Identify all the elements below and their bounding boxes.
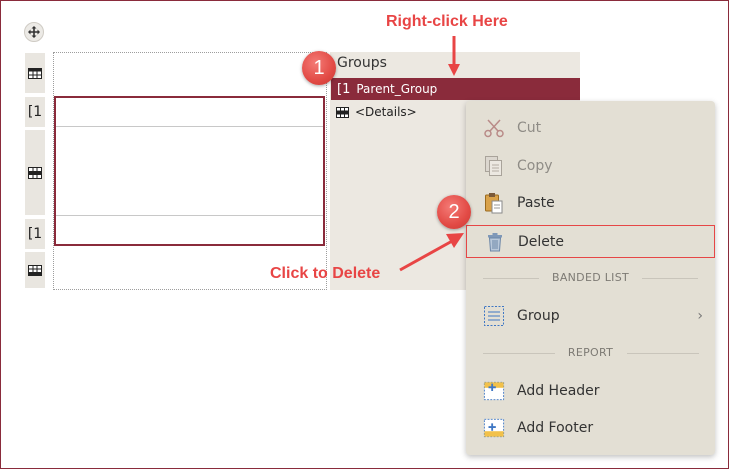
move-handle-icon[interactable]	[24, 22, 44, 42]
table-row-icon	[28, 67, 42, 79]
parent-group-item[interactable]: [1 Parent_Group	[331, 78, 580, 100]
clipboard-paste-icon	[483, 192, 505, 214]
menu-item-copy[interactable]: Copy	[466, 149, 715, 183]
click-delete-annotation: Click to Delete	[270, 265, 381, 282]
groups-pane-title: Groups	[337, 55, 387, 71]
copy-icon	[483, 155, 505, 177]
group-selection-box[interactable]	[54, 96, 325, 246]
details-row-icon	[28, 166, 42, 179]
row-handle-header[interactable]	[25, 53, 45, 93]
chevron-right-icon: ›	[697, 308, 703, 324]
menu-item-label: Paste	[517, 195, 555, 211]
parent-group-label: Parent_Group	[356, 82, 438, 96]
menu-item-delete[interactable]: Delete	[466, 225, 715, 258]
section-label-banded-list: BANDED LIST	[551, 271, 630, 284]
group-icon	[483, 305, 505, 327]
menu-item-label: Group	[517, 308, 560, 324]
menu-item-group[interactable]: Group ›	[466, 299, 715, 333]
details-label: <Details>	[355, 105, 417, 119]
add-footer-icon	[483, 417, 505, 439]
menu-item-add-footer[interactable]: Add Footer	[466, 411, 715, 445]
details-group-item[interactable]: <Details>	[336, 105, 417, 119]
menu-item-label: Copy	[517, 158, 553, 174]
row-handle-group-header[interactable]: [1	[25, 97, 45, 127]
row-divider	[56, 215, 323, 216]
group-bracket-label: [1	[27, 226, 43, 242]
right-click-annotation: Right-click Here	[386, 13, 508, 30]
step-badge-2: 2	[437, 195, 471, 229]
arrow-to-delete-icon	[399, 233, 464, 272]
menu-item-label: Cut	[517, 120, 542, 136]
row-divider	[56, 126, 323, 127]
row-handle-footer[interactable]	[25, 252, 45, 288]
trash-icon	[484, 231, 506, 253]
group-bracket-label: [1	[27, 104, 43, 120]
row-handle-group-footer[interactable]: [1	[25, 219, 45, 249]
menu-item-label: Add Header	[517, 383, 600, 399]
menu-item-add-header[interactable]: Add Header	[466, 374, 715, 408]
scissors-icon	[483, 117, 505, 139]
section-label-report: REPORT	[567, 346, 614, 359]
step-badge-1: 1	[302, 51, 336, 85]
table-row-icon	[28, 264, 42, 276]
menu-item-label: Delete	[518, 233, 564, 250]
menu-item-cut[interactable]: Cut	[466, 111, 715, 145]
menu-item-label: Add Footer	[517, 420, 594, 436]
details-icon	[336, 106, 349, 118]
group-bracket-label: [1	[337, 81, 351, 97]
row-handle-details[interactable]	[25, 130, 45, 215]
down-arrow-icon	[448, 36, 460, 76]
menu-item-paste[interactable]: Paste	[466, 186, 715, 220]
add-header-icon	[483, 380, 505, 402]
